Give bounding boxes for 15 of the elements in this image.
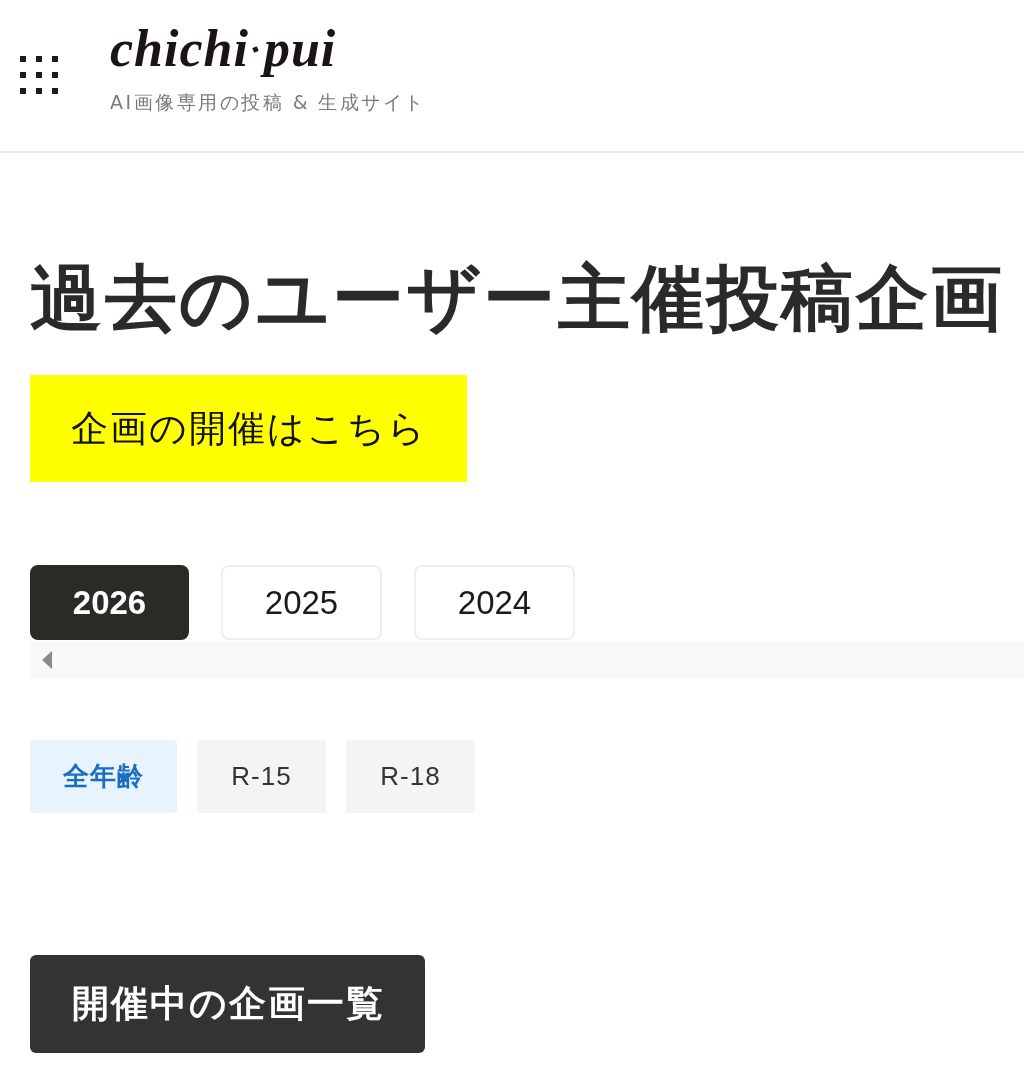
left-arrow-icon[interactable] xyxy=(42,651,52,669)
scrollbar-track[interactable] xyxy=(30,642,1024,678)
rating-tab[interactable]: R-18 xyxy=(346,740,475,813)
year-tab[interactable]: 2024 xyxy=(414,565,575,640)
year-tab[interactable]: 2026 xyxy=(30,565,189,640)
page-title: 過去のユーザー主催投稿企画 xyxy=(30,255,1005,342)
site-tagline: AI画像専用の投稿 & 生成サイト xyxy=(110,90,426,114)
host-event-button[interactable]: 企画の開催はこちら xyxy=(30,375,467,482)
logo-text[interactable]: chichi xyxy=(110,18,249,80)
diamond-icon xyxy=(250,45,260,54)
rating-tab[interactable]: R-15 xyxy=(197,740,326,813)
grid-menu-icon[interactable] xyxy=(20,56,58,94)
ongoing-events-button[interactable]: 開催中の企画一覧 xyxy=(30,955,425,1053)
year-tab[interactable]: 2025 xyxy=(221,565,382,640)
rating-tab[interactable]: 全年齢 xyxy=(30,740,177,813)
